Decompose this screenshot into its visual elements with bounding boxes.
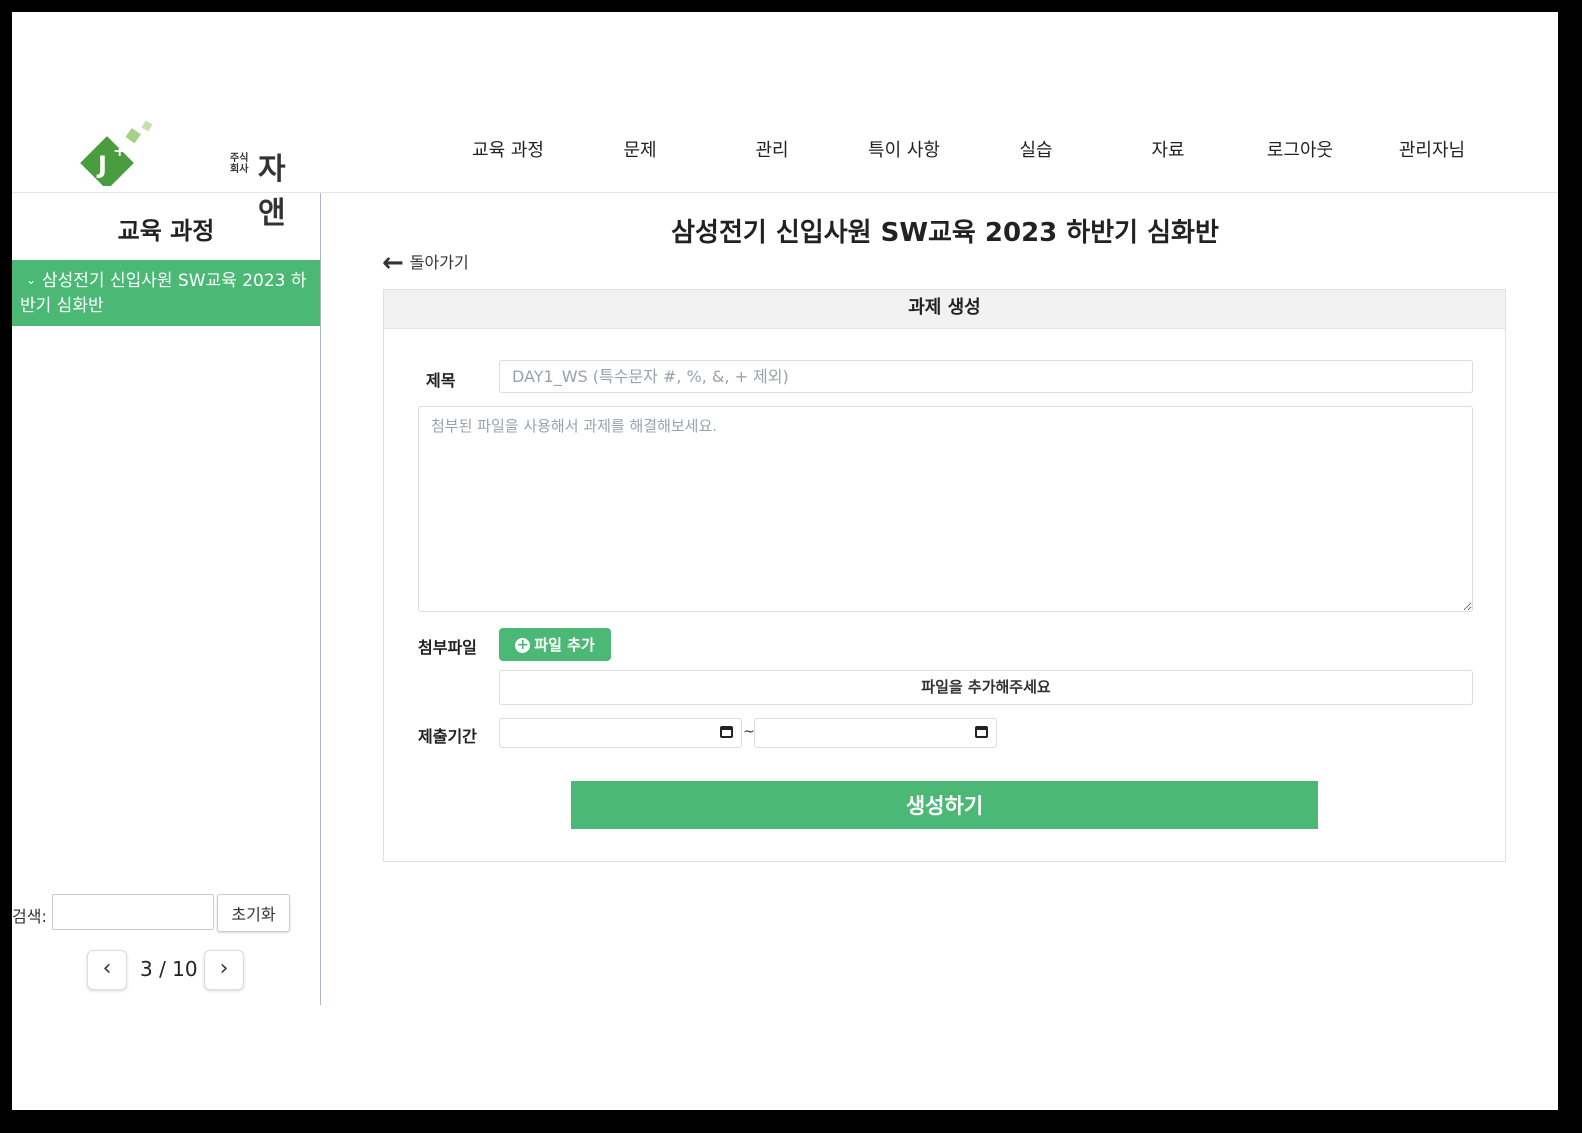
- chevron-left-icon: ‹: [102, 956, 112, 981]
- company-logo[interactable]: J + 주식 회사 자앤: [80, 120, 286, 231]
- arrow-left-icon: ←: [382, 248, 404, 278]
- back-link-label: 돌아가기: [409, 253, 469, 272]
- page-title: 삼성전기 신입사원 SW교육 2023 하반기 심화반: [671, 218, 1219, 248]
- chevron-right-icon: ›: [219, 956, 229, 981]
- assignment-create-card: 과제 생성 제목 첨부파일 +파일 추가 파일을 추가해주세요 제출기간 ~ 생…: [383, 289, 1506, 862]
- add-file-button[interactable]: + 파일 추가: [499, 628, 611, 661]
- nav-problems[interactable]: 문제: [574, 136, 706, 162]
- nav-notes[interactable]: 특이 사항: [838, 136, 970, 162]
- prev-page-button[interactable]: ‹: [87, 950, 127, 990]
- sidebar-item-label-line2: 반기 심화반: [20, 296, 104, 316]
- plus-circle-icon: +: [515, 637, 531, 653]
- start-date-input[interactable]: [499, 718, 742, 748]
- nav-materials[interactable]: 자료: [1102, 136, 1234, 162]
- logo-corp-type-top: 주식: [230, 153, 249, 164]
- nav-admin-user[interactable]: 관리자님: [1366, 136, 1498, 162]
- search-label: 검색:: [12, 907, 47, 926]
- logo-mark-icon: J +: [80, 120, 153, 190]
- back-link[interactable]: ← 돌아가기: [382, 248, 469, 278]
- sidebar-item-course[interactable]: ⌄ 삼성전기 신입사원 SW교육 2023 하 반기 심화반: [12, 260, 320, 326]
- add-file-label: 파일 추가: [534, 636, 595, 654]
- browser-viewport: J + 주식 회사 자앤 교육 과정 문제 관리 특이 사항 실습 자료 로그아…: [12, 12, 1558, 1110]
- svg-text:+: +: [113, 141, 126, 160]
- logo-corp-type: 주식 회사: [230, 153, 248, 175]
- logo-mark-letter: J: [96, 151, 107, 179]
- nav-logout[interactable]: 로그아웃: [1234, 136, 1366, 162]
- file-list-empty: 파일을 추가해주세요: [499, 670, 1473, 705]
- main-nav: 교육 과정 문제 관리 특이 사항 실습 자료 로그아웃 관리자님: [442, 136, 1542, 166]
- calendar-icon: [975, 726, 988, 738]
- reset-button[interactable]: 초기화: [217, 894, 290, 932]
- search-input[interactable]: [52, 894, 214, 930]
- logo-corp-type-bottom: 회사: [230, 164, 249, 175]
- attachment-label: 첨부파일: [418, 638, 477, 657]
- sidebar-title: 교육 과정: [117, 217, 215, 245]
- sidebar: 교육 과정 ⌄ 삼성전기 신입사원 SW교육 2023 하 반기 심화반 검색: …: [12, 193, 321, 1005]
- chevron-down-icon: ⌄: [25, 273, 37, 287]
- next-page-button[interactable]: ›: [204, 950, 244, 990]
- end-date-input[interactable]: [754, 718, 997, 748]
- nav-courses[interactable]: 교육 과정: [442, 136, 574, 162]
- period-label: 제출기간: [418, 727, 477, 746]
- assignment-title-input[interactable]: [499, 360, 1473, 393]
- create-button[interactable]: 생성하기: [571, 781, 1318, 829]
- sidebar-item-label-line1: 삼성전기 신입사원 SW교육 2023 하: [42, 271, 307, 291]
- calendar-icon: [720, 726, 733, 738]
- period-separator: ~: [743, 724, 755, 740]
- top-navbar: J + 주식 회사 자앤 교육 과정 문제 관리 특이 사항 실습 자료 로그아…: [12, 112, 1558, 231]
- page-indicator: 3 / 10: [140, 957, 198, 981]
- assignment-description-textarea[interactable]: [418, 406, 1473, 612]
- nav-management[interactable]: 관리: [706, 136, 838, 162]
- title-label: 제목: [426, 371, 456, 390]
- nav-practice[interactable]: 실습: [970, 136, 1102, 162]
- card-title: 과제 생성: [384, 290, 1505, 329]
